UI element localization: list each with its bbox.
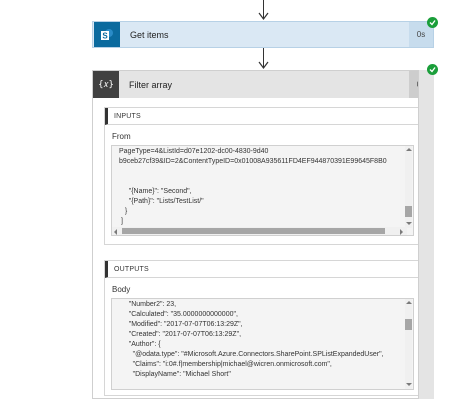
scroll-left-icon[interactable]	[114, 229, 117, 235]
code-line: "Number2": 23,	[119, 301, 177, 308]
get-items-header[interactable]: S Get items 0s	[92, 21, 434, 48]
filter-array-title: Filter array	[129, 79, 173, 90]
outputs-vertical-scrollbar[interactable]	[405, 299, 412, 389]
scroll-up-icon[interactable]	[406, 301, 412, 304]
success-check-icon	[427, 17, 438, 28]
from-label: From	[112, 132, 131, 141]
code-line: "Claims": "i:0#.f|membership|michael@wic…	[119, 361, 332, 368]
inputs-section: INPUTS From PageType=4&ListId=d07e1202-d…	[104, 107, 424, 245]
body-code-box[interactable]: "Number2": 23, "Calculated": "35.0000000…	[111, 298, 414, 390]
scroll-down-icon[interactable]	[406, 222, 412, 225]
inputs-scroll-thumb[interactable]	[405, 206, 412, 217]
outputs-label: OUTPUTS	[105, 261, 423, 278]
code-line: "{Path}": "Lists/TestList/"	[119, 198, 204, 205]
code-line: "{Name}": "Second",	[119, 188, 192, 195]
code-line: ]	[119, 218, 123, 225]
scroll-down-icon[interactable]	[406, 383, 412, 386]
step-side-rail	[418, 70, 434, 399]
sharepoint-logo-letter: S	[102, 31, 108, 40]
code-line: "Modified": "2017-07-07T06:13:29Z",	[119, 321, 243, 328]
filter-array-step: {𝑥} Filter array 0s INPUTS From PageType…	[92, 70, 434, 399]
from-code-box[interactable]: PageType=4&ListId=d07e1202-dc00-4830-9d4…	[111, 145, 414, 236]
code-line: PageType=4&ListId=d07e1202-dc00-4830-9d4…	[119, 148, 269, 155]
connector-arrow-top	[258, 0, 270, 20]
outputs-section: OUTPUTS Body "Number2": 23, "Calculated"…	[104, 260, 424, 396]
success-check-icon	[427, 64, 438, 75]
inputs-hscroll-thumb[interactable]	[122, 228, 385, 234]
inputs-label: INPUTS	[105, 108, 423, 125]
filter-array-header[interactable]: {𝑥} Filter array 0s	[93, 71, 433, 98]
code-line: }	[119, 208, 128, 215]
code-line: b9ceb27cf39&ID=2&ContentTypeID=0x01008A9…	[119, 158, 387, 165]
inputs-vertical-scrollbar[interactable]	[405, 146, 412, 228]
body-label: Body	[112, 285, 131, 294]
code-line: "DisplayName": "Michael Short"	[119, 371, 231, 378]
code-line: "Calculated": "35.0000000000000",	[119, 311, 238, 318]
sharepoint-icon: S	[94, 22, 120, 47]
code-line: "Author": {	[119, 341, 161, 348]
scroll-right-icon[interactable]	[400, 229, 403, 235]
code-line: "Created": "2017-07-07T06:13:29Z",	[119, 331, 242, 338]
connector-arrow-middle	[258, 48, 270, 70]
data-operation-icon: {𝑥}	[93, 71, 119, 98]
get-items-title: Get items	[130, 29, 169, 40]
inputs-horizontal-scrollbar[interactable]	[112, 227, 407, 235]
code-line: "@odata.type": "#Microsoft.Azure.Connect…	[119, 351, 384, 358]
outputs-scroll-thumb[interactable]	[405, 319, 412, 330]
get-items-step[interactable]: S Get items 0s	[92, 21, 434, 48]
scroll-up-icon[interactable]	[406, 148, 412, 151]
